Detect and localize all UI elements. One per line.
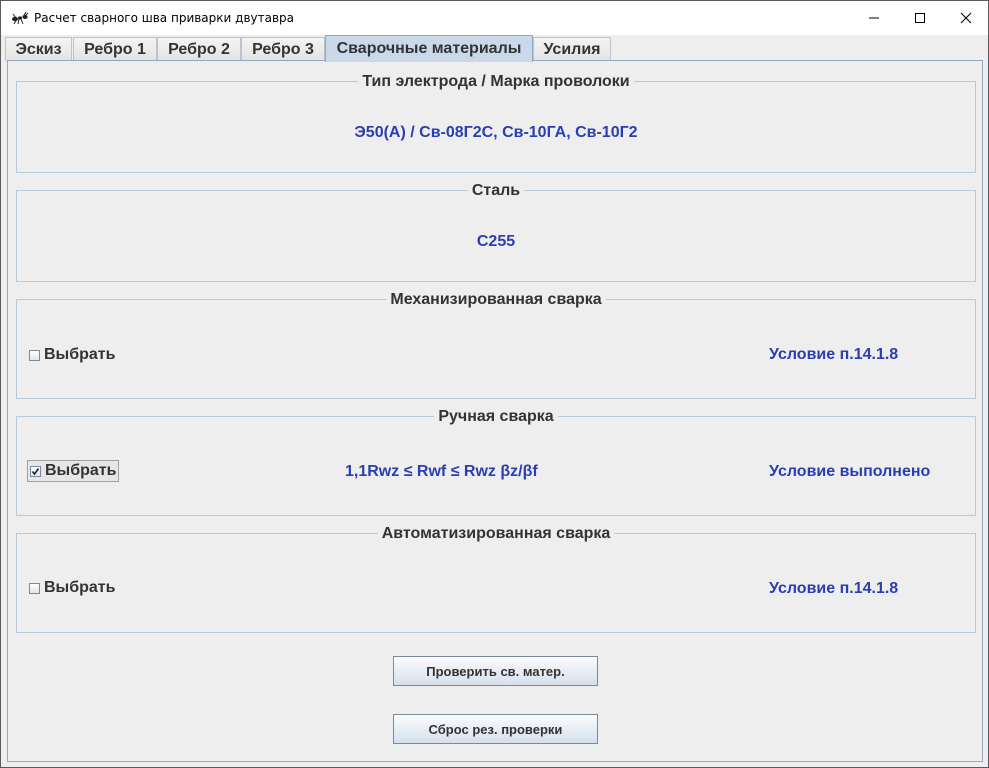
checkbox-label: Выбрать xyxy=(44,346,116,363)
steel-group: Сталь С255 xyxy=(16,182,976,282)
close-button[interactable] xyxy=(943,1,989,35)
window-title: Расчет сварного шва приварки двутавра xyxy=(34,11,294,25)
maximize-icon xyxy=(915,13,925,23)
tab-welding-materials[interactable]: Сварочные материалы xyxy=(325,35,533,62)
tab-rib-3[interactable]: Ребро 3 xyxy=(241,37,325,61)
group-title: Автоматизированная сварка xyxy=(17,524,975,544)
electrode-value: Э50(А) / Св-08Г2С, Св-10ГА, Св-10Г2 xyxy=(354,124,638,141)
group-title: Тип электрода / Марка проволоки xyxy=(17,72,975,92)
tab-content-panel: Тип электрода / Марка проволоки Э50(А) /… xyxy=(7,60,983,762)
check-materials-button[interactable]: Проверить св. матер. xyxy=(393,656,598,686)
manual-group-title: Ручная сварка xyxy=(434,408,558,425)
tab-strip: Эскиз Ребро 1 Ребро 2 Ребро 3 Сварочные … xyxy=(1,35,988,62)
steel-group-title: Сталь xyxy=(467,182,525,199)
electrode-group: Тип электрода / Марка проволоки Э50(А) /… xyxy=(16,73,976,173)
group-title: Ручная сварка xyxy=(17,407,975,427)
tab-rib-2[interactable]: Ребро 2 xyxy=(157,37,241,61)
electrode-group-title: Тип электрода / Марка проволоки xyxy=(358,73,634,90)
checkbox-label: Выбрать xyxy=(44,579,116,596)
group-title: Сталь xyxy=(17,181,975,201)
steel-value: С255 xyxy=(476,233,516,250)
tab-forces[interactable]: Усилия xyxy=(533,37,611,61)
checkbox-checked-icon xyxy=(30,465,41,477)
manual-status: Условие выполнено xyxy=(769,463,931,480)
mechanized-group-title: Механизированная сварка xyxy=(386,291,606,308)
minimize-button[interactable] xyxy=(851,1,897,35)
app-window: Расчет сварного шва приварки двутавра Эс… xyxy=(0,0,989,768)
manual-welding-group: Ручная сварка Выбрать 1,1Rwz ≤ Rwf ≤ Rwz… xyxy=(16,408,976,516)
mechanized-welding-group: Механизированная сварка Выбрать Условие … xyxy=(16,291,976,399)
ant-icon xyxy=(11,10,29,26)
group-title: Механизированная сварка xyxy=(17,290,975,310)
title-bar[interactable]: Расчет сварного шва приварки двутавра xyxy=(1,1,988,35)
close-icon xyxy=(960,12,972,24)
tab-sketch[interactable]: Эскиз xyxy=(5,37,72,61)
checkbox-unchecked-icon xyxy=(29,349,40,361)
mechanized-status: Условие п.14.1.8 xyxy=(769,346,899,363)
minimize-icon xyxy=(869,17,879,19)
manual-formula: 1,1Rwz ≤ Rwf ≤ Rwz βz/βf xyxy=(345,463,538,480)
reset-check-button[interactable]: Сброс рез. проверки xyxy=(393,714,598,744)
maximize-button[interactable] xyxy=(897,1,943,35)
automated-status: Условие п.14.1.8 xyxy=(769,580,899,597)
checkbox-label: Выбрать xyxy=(45,462,117,479)
automated-welding-group: Автоматизированная сварка Выбрать Услови… xyxy=(16,525,976,633)
mechanized-select-checkbox[interactable]: Выбрать xyxy=(27,344,117,366)
tab-rib-1[interactable]: Ребро 1 xyxy=(73,37,157,61)
manual-select-checkbox[interactable]: Выбрать xyxy=(27,460,120,482)
automated-group-title: Автоматизированная сварка xyxy=(377,525,615,542)
automated-select-checkbox[interactable]: Выбрать xyxy=(27,577,117,599)
checkbox-unchecked-icon xyxy=(29,582,40,594)
